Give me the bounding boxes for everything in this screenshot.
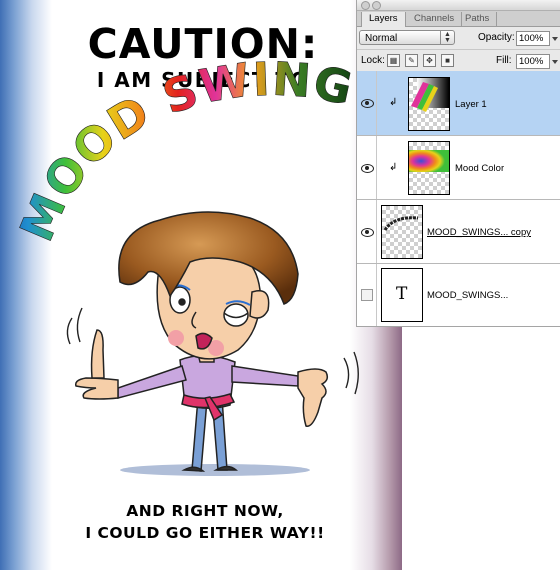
type-layer-icon: T (396, 284, 408, 304)
cartoon-body (117, 354, 299, 422)
poster-footer-line-2: I COULD GO EITHER WAY!! (85, 524, 325, 542)
lock-all-icon[interactable]: ■ (441, 54, 454, 67)
select-arrows-icon: ▲ ▼ (440, 31, 454, 45)
visibility-toggle[interactable] (357, 71, 377, 135)
clipping-mask-icon: ↲ (389, 162, 398, 173)
text-layer-thumbnail[interactable]: T (381, 268, 423, 322)
lock-paint-icon[interactable]: ✎ (405, 54, 418, 67)
blend-opacity-row: Normal ▲ ▼ Opacity: 100% (357, 27, 560, 50)
lock-transparency-icon[interactable]: ▦ (387, 54, 400, 67)
minimize-window-icon[interactable] (372, 1, 381, 10)
visibility-toggle[interactable] (357, 264, 377, 326)
blend-mode-select[interactable]: Normal ▲ ▼ (359, 30, 455, 45)
lock-label: Lock: (361, 55, 385, 66)
fill-dropdown-icon[interactable] (552, 60, 558, 64)
panel-tabs: Layers Channels Paths (357, 11, 560, 27)
opacity-input[interactable]: 100% (516, 31, 550, 46)
layers-panel: Layers Channels Paths Normal ▲ ▼ Opacity:… (356, 0, 560, 327)
layer-row-mood-swings-copy[interactable]: MOOD_SWINGS... copy (357, 200, 560, 264)
blend-mode-value: Normal (365, 33, 398, 44)
layer-thumbnail[interactable] (408, 77, 450, 131)
layer-name[interactable]: MOOD_SWINGS... copy (427, 227, 531, 238)
fill-label: Fill: (496, 55, 512, 66)
poster-artwork: MOOD SWINGS... (0, 0, 359, 476)
lock-fill-row: Lock: ▦ ✎ ✥ ■ Fill: 100% (357, 50, 560, 73)
eye-icon[interactable] (361, 164, 374, 173)
arc-text-path: MOOD SWINGS... (0, 0, 357, 249)
visibility-toggle[interactable] (357, 200, 377, 263)
eye-icon[interactable] (361, 228, 374, 237)
layer-thumbnail[interactable] (408, 141, 450, 195)
layer-name[interactable]: Layer 1 (455, 99, 487, 110)
close-window-icon[interactable] (361, 1, 370, 10)
mood-swings-arc-text: MOOD SWINGS... (0, 0, 358, 249)
poster-canvas: CAUTION: I AM SUBJECT TO MOOD SWING AND … (0, 0, 402, 570)
layer-row-mood-swings[interactable]: T MOOD_SWINGS... (357, 264, 560, 326)
clipping-mask-icon: ↲ (389, 97, 398, 108)
poster-footer-line-1: AND RIGHT NOW, (126, 502, 284, 520)
tab-paths[interactable]: Paths (458, 12, 498, 26)
layer-row-mood-color[interactable]: ↲ Mood Color (357, 136, 560, 200)
hidden-visibility-box[interactable] (361, 289, 373, 301)
lock-move-icon[interactable]: ✥ (423, 54, 436, 67)
opacity-label: Opacity: (478, 32, 515, 43)
layer-name[interactable]: MOOD_SWINGS... (427, 290, 508, 301)
eye-icon[interactable] (361, 99, 374, 108)
tab-channels[interactable]: Channels (407, 12, 463, 26)
layer-row-layer-1[interactable]: ↲ Layer 1 (357, 71, 560, 136)
panel-titlebar[interactable] (357, 0, 560, 11)
visibility-toggle[interactable] (357, 136, 377, 199)
fill-input[interactable]: 100% (516, 54, 550, 69)
layer-thumbnail[interactable] (381, 205, 423, 259)
tab-layers[interactable]: Layers (361, 12, 406, 27)
opacity-dropdown-icon[interactable] (552, 37, 558, 41)
layer-name[interactable]: Mood Color (455, 163, 504, 174)
